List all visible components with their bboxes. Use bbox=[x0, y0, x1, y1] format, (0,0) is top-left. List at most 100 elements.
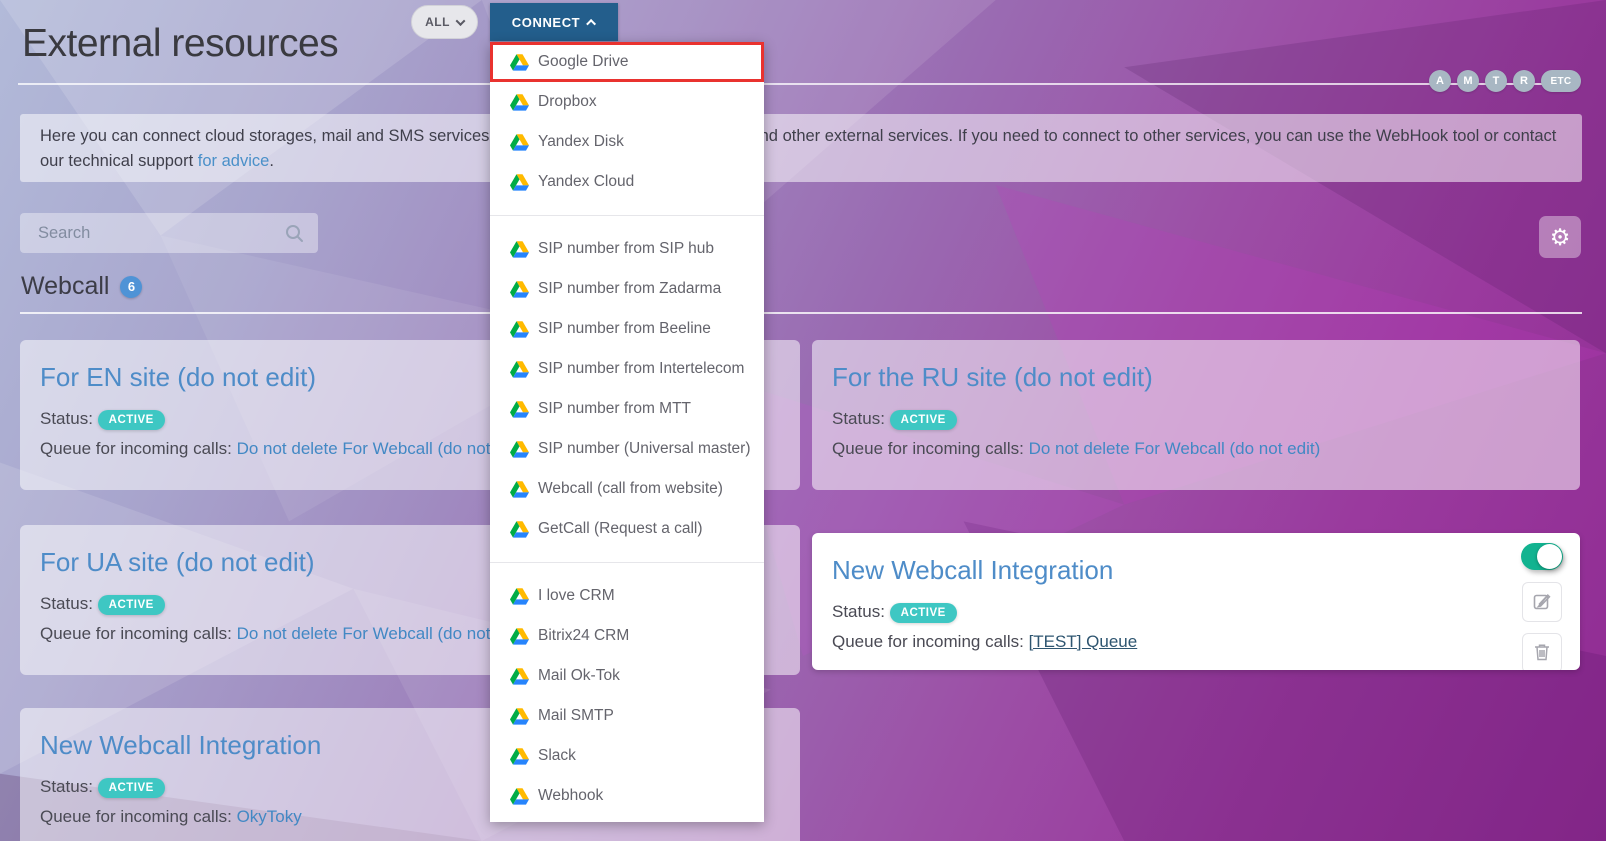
status-label: Status: bbox=[40, 594, 93, 613]
for-advice-link[interactable]: for advice bbox=[198, 152, 270, 170]
search-icon bbox=[285, 224, 304, 243]
dropdown-item-label: SIP number (Universal master) bbox=[538, 440, 750, 458]
connect-label: CONNECT bbox=[512, 15, 580, 30]
badge-r[interactable]: R bbox=[1513, 70, 1535, 92]
badge-a[interactable]: A bbox=[1429, 70, 1451, 92]
header-divider bbox=[18, 83, 1580, 85]
dropdown-item-yandex-disk[interactable]: Yandex Disk bbox=[490, 122, 764, 162]
google-drive-icon bbox=[510, 401, 529, 418]
dropdown-item-label: Google Drive bbox=[538, 53, 628, 71]
edit-button[interactable] bbox=[1522, 582, 1562, 622]
dropdown-item-label: Yandex Disk bbox=[538, 133, 624, 151]
badge-t[interactable]: T bbox=[1485, 70, 1507, 92]
dropdown-item-sip-number-from-beeline[interactable]: SIP number from Beeline bbox=[490, 309, 764, 349]
dropdown-item-webcall-call-from-website[interactable]: Webcall (call from website) bbox=[490, 469, 764, 509]
card-new-webcall-integration-right[interactable]: New Webcall Integration Status: ACTIVE Q… bbox=[812, 533, 1580, 670]
queue-link[interactable]: Do not delete For Webcall (do not edit) bbox=[237, 439, 529, 458]
dropdown-item-label: SIP number from MTT bbox=[538, 400, 691, 418]
queue-label: Queue for incoming calls: bbox=[40, 439, 232, 458]
dropdown-item-bitrix24-crm[interactable]: Bitrix24 CRM bbox=[490, 616, 764, 656]
status-label: Status: bbox=[832, 409, 885, 428]
external-resources-page: External resources ALL CONNECT A M T R E… bbox=[0, 0, 1606, 841]
trash-icon bbox=[1534, 643, 1550, 664]
google-drive-icon bbox=[510, 241, 529, 258]
status-badge: ACTIVE bbox=[98, 410, 165, 430]
dropdown-item-sip-number-from-mtt[interactable]: SIP number from MTT bbox=[490, 389, 764, 429]
google-drive-icon bbox=[510, 94, 529, 111]
google-drive-icon bbox=[510, 174, 529, 191]
chevron-down-icon bbox=[455, 16, 465, 26]
dropdown-item-sip-number-from-sip-hub[interactable]: SIP number from SIP hub bbox=[490, 229, 764, 269]
google-drive-icon bbox=[510, 588, 529, 605]
settings-button[interactable]: ⚙ bbox=[1539, 216, 1581, 258]
google-drive-icon bbox=[510, 521, 529, 538]
google-drive-icon bbox=[510, 281, 529, 298]
dropdown-item-label: SIP number from Beeline bbox=[538, 320, 711, 338]
edit-icon bbox=[1533, 592, 1551, 613]
dropdown-item-label: SIP number from SIP hub bbox=[538, 240, 714, 258]
status-badge: ACTIVE bbox=[890, 410, 957, 430]
google-drive-icon bbox=[510, 441, 529, 458]
status-badge: ACTIVE bbox=[890, 603, 957, 623]
section-count-badge: 6 bbox=[120, 276, 142, 298]
google-drive-icon bbox=[510, 134, 529, 151]
badge-m[interactable]: M bbox=[1457, 70, 1479, 92]
search-input[interactable] bbox=[20, 213, 285, 253]
google-drive-icon bbox=[510, 54, 529, 71]
dropdown-item-sip-number-from-zadarma[interactable]: SIP number from Zadarma bbox=[490, 269, 764, 309]
toggle-switch-on[interactable] bbox=[1521, 543, 1563, 570]
dropdown-item-slack[interactable]: Slack bbox=[490, 736, 764, 776]
dropdown-item-sip-number-from-intertelecom[interactable]: SIP number from Intertelecom bbox=[490, 349, 764, 389]
connect-button[interactable]: CONNECT bbox=[490, 3, 618, 41]
google-drive-icon bbox=[510, 361, 529, 378]
dropdown-item-label: Dropbox bbox=[538, 93, 597, 111]
dropdown-item-dropbox[interactable]: Dropbox bbox=[490, 82, 764, 122]
delete-button[interactable] bbox=[1522, 633, 1562, 670]
dropdown-item-label: Bitrix24 CRM bbox=[538, 627, 629, 645]
dropdown-separator bbox=[490, 215, 764, 216]
filter-all-button[interactable]: ALL bbox=[411, 5, 478, 39]
dropdown-item-label: Mail SMTP bbox=[538, 707, 614, 725]
queue-label: Queue for incoming calls: bbox=[40, 624, 232, 643]
dropdown-item-webhook[interactable]: Webhook bbox=[490, 776, 764, 816]
dropdown-item-getcall-request-a-call[interactable]: GetCall (Request a call) bbox=[490, 509, 764, 549]
dropdown-item-label: Webcall (call from website) bbox=[538, 480, 723, 498]
dropdown-item-google-drive[interactable]: Google Drive bbox=[490, 42, 764, 82]
dropdown-item-i-love-crm[interactable]: I love CRM bbox=[490, 576, 764, 616]
info-text-suffix: . bbox=[269, 152, 274, 170]
connect-dropdown: Google Drive Dropbox Yandex Disk bbox=[490, 42, 764, 822]
status-label: Status: bbox=[832, 602, 885, 621]
queue-link[interactable]: Do not delete For Webcall (do not edit) bbox=[1029, 439, 1321, 458]
dropdown-item-sip-number-universal-master[interactable]: SIP number (Universal master) bbox=[490, 429, 764, 469]
info-banner: Here you can connect cloud storages, mai… bbox=[20, 114, 1582, 182]
queue-label: Queue for incoming calls: bbox=[832, 439, 1024, 458]
chevron-up-icon bbox=[586, 18, 596, 28]
dropdown-item-yandex-cloud[interactable]: Yandex Cloud bbox=[490, 162, 764, 202]
dropdown-item-label: I love CRM bbox=[538, 587, 615, 605]
google-drive-icon bbox=[510, 481, 529, 498]
queue-link[interactable]: OkyToky bbox=[237, 807, 302, 826]
search-box bbox=[20, 213, 318, 253]
dropdown-item-mail-smtp[interactable]: Mail SMTP bbox=[490, 696, 764, 736]
card-title: For the RU site (do not edit) bbox=[832, 362, 1560, 393]
filter-all-label: ALL bbox=[425, 15, 450, 29]
dropdown-item-label: SIP number from Intertelecom bbox=[538, 360, 744, 378]
google-drive-icon bbox=[510, 788, 529, 805]
card-for-ru-site[interactable]: For the RU site (do not edit) Status: AC… bbox=[812, 340, 1580, 490]
toggle-knob bbox=[1537, 544, 1562, 569]
queue-label: Queue for incoming calls: bbox=[40, 807, 232, 826]
queue-link[interactable]: [TEST] Queue bbox=[1029, 632, 1138, 651]
dropdown-item-label: Yandex Cloud bbox=[538, 173, 634, 191]
google-drive-icon bbox=[510, 748, 529, 765]
status-badge: ACTIVE bbox=[98, 595, 165, 615]
dropdown-item-label: Webhook bbox=[538, 787, 603, 805]
google-drive-icon bbox=[510, 628, 529, 645]
badge-etc[interactable]: ETC bbox=[1541, 70, 1581, 92]
dropdown-item-mail-ok-tok[interactable]: Mail Ok-Tok bbox=[490, 656, 764, 696]
google-drive-icon bbox=[510, 668, 529, 685]
queue-label: Queue for incoming calls: bbox=[832, 632, 1024, 651]
dropdown-item-label: GetCall (Request a call) bbox=[538, 520, 703, 538]
section-divider bbox=[20, 312, 1582, 314]
dropdown-item-label: SIP number from Zadarma bbox=[538, 280, 721, 298]
queue-link[interactable]: Do not delete For Webcall (do not edit) bbox=[237, 624, 529, 643]
